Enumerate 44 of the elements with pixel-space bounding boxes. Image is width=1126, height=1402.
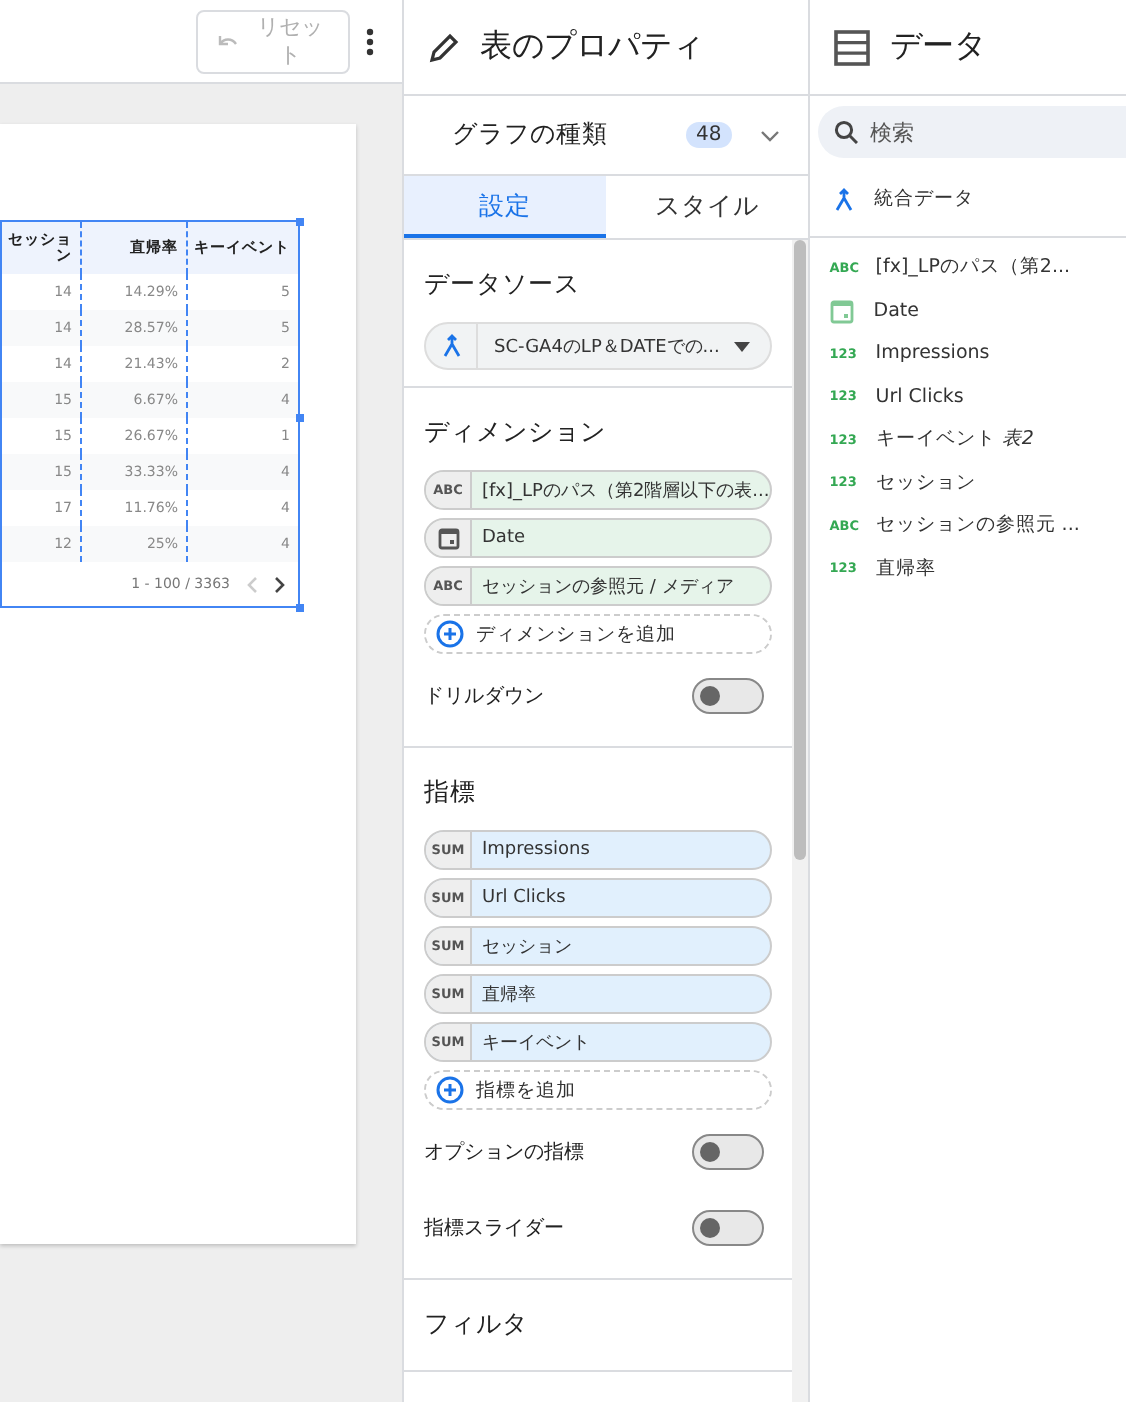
- field-item[interactable]: [fx]_LPのパス（第2...: [875, 254, 1071, 281]
- field-item[interactable]: キーイベント 表2: [875, 426, 1034, 453]
- field-item[interactable]: Url Clicks: [875, 385, 964, 408]
- field-item[interactable]: Date: [873, 299, 919, 322]
- merge-icon: [833, 187, 854, 211]
- toggle-switch[interactable]: [691, 1134, 764, 1170]
- field-item[interactable]: 直帰率: [875, 555, 936, 582]
- section-title: フィルタ: [424, 1308, 530, 1342]
- chart-type-label: グラフの種類: [452, 118, 610, 152]
- toggle-switch[interactable]: [691, 1210, 764, 1246]
- add-icon: [436, 1076, 464, 1104]
- more-icon[interactable]: [366, 27, 374, 55]
- data-source-name[interactable]: 統合データ: [873, 186, 974, 212]
- chevron-down-icon[interactable]: [759, 129, 780, 141]
- merge-icon: [441, 334, 461, 358]
- panel-title: 表のプロパティ: [480, 26, 704, 68]
- add-dimension-button[interactable]: ディメンションを追加: [424, 614, 772, 654]
- dimension-chip[interactable]: Date: [424, 518, 772, 558]
- calendar-icon: [437, 526, 459, 550]
- add-metric-button[interactable]: 指標を追加: [424, 1070, 772, 1110]
- dropdown-icon: [733, 341, 750, 351]
- search-icon: [833, 120, 858, 144]
- undo-icon: [218, 33, 238, 49]
- tab[interactable]: 設定: [404, 176, 606, 238]
- next-page-icon[interactable]: [274, 575, 286, 593]
- search-field[interactable]: 検索: [817, 106, 1126, 158]
- toggle-label: オプションの指標: [424, 1139, 584, 1166]
- section-title: 指標: [424, 776, 478, 810]
- field-item[interactable]: セッションの参照元 ...: [875, 512, 1080, 539]
- panel-title: データ: [889, 26, 986, 68]
- pencil-icon: [428, 31, 460, 63]
- section-title: データソース: [424, 268, 582, 302]
- field-item[interactable]: セッション: [875, 469, 976, 496]
- add-icon: [436, 620, 464, 648]
- count-badge: 48: [686, 122, 732, 148]
- table-icon: [833, 29, 870, 65]
- calendar-icon: [829, 297, 854, 324]
- section-title: ディメンション: [424, 416, 608, 450]
- scrollbar[interactable]: [791, 240, 808, 1402]
- toggle-label: ドリルダウン: [424, 684, 544, 710]
- toggle-switch[interactable]: [691, 678, 764, 714]
- toggle-label: 指標スライダー: [424, 1215, 564, 1242]
- field-item[interactable]: Impressions: [875, 342, 990, 365]
- data-source-select[interactable]: SC-GA4のLP＆DATEでの...: [424, 322, 772, 370]
